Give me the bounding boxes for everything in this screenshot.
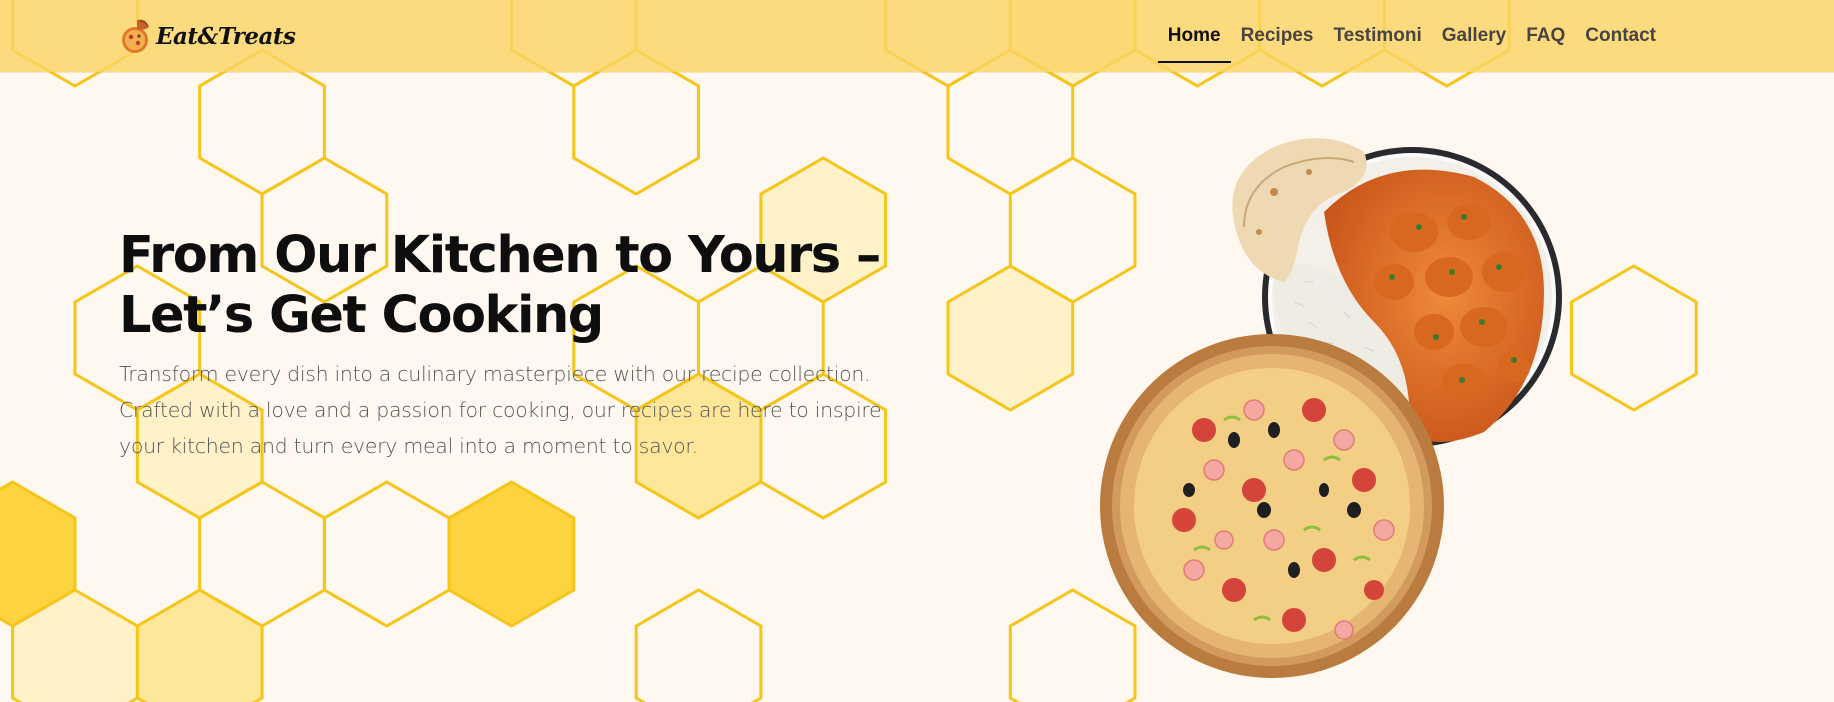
navbar: Eat&Treats Home Recipes Testimoni Galler… bbox=[0, 0, 1834, 72]
hexagon-shape bbox=[1570, 264, 1698, 412]
hero-section: From Our Kitchen to Yours – Let’s Get Co… bbox=[119, 226, 919, 464]
hexagon-shape bbox=[322, 480, 451, 628]
pizza-on-wooden-board-image bbox=[1100, 334, 1444, 678]
main-navigation: Home Recipes Testimoni Gallery FAQ Conta… bbox=[1157, 20, 1666, 64]
nav-link-gallery[interactable]: Gallery bbox=[1432, 20, 1516, 64]
nav-link-contact[interactable]: Contact bbox=[1575, 20, 1666, 64]
hexagon-shape bbox=[946, 264, 1075, 412]
nav-link-recipes[interactable]: Recipes bbox=[1231, 20, 1324, 64]
hero-title: From Our Kitchen to Yours – Let’s Get Co… bbox=[119, 226, 881, 345]
site-logo[interactable]: Eat&Treats bbox=[118, 16, 296, 56]
nav-link-faq[interactable]: FAQ bbox=[1516, 20, 1575, 64]
logo-text: Eat&Treats bbox=[156, 22, 296, 50]
hexagon-shape bbox=[447, 480, 576, 628]
nav-link-home[interactable]: Home bbox=[1157, 20, 1231, 64]
hexagon-shape bbox=[634, 588, 763, 702]
nav-link-testimoni[interactable]: Testimoni bbox=[1323, 20, 1431, 64]
hexagon-shape bbox=[135, 588, 264, 702]
food-logo-icon bbox=[122, 19, 149, 53]
hero-subtitle: Transform every dish into a culinary mas… bbox=[119, 362, 882, 458]
